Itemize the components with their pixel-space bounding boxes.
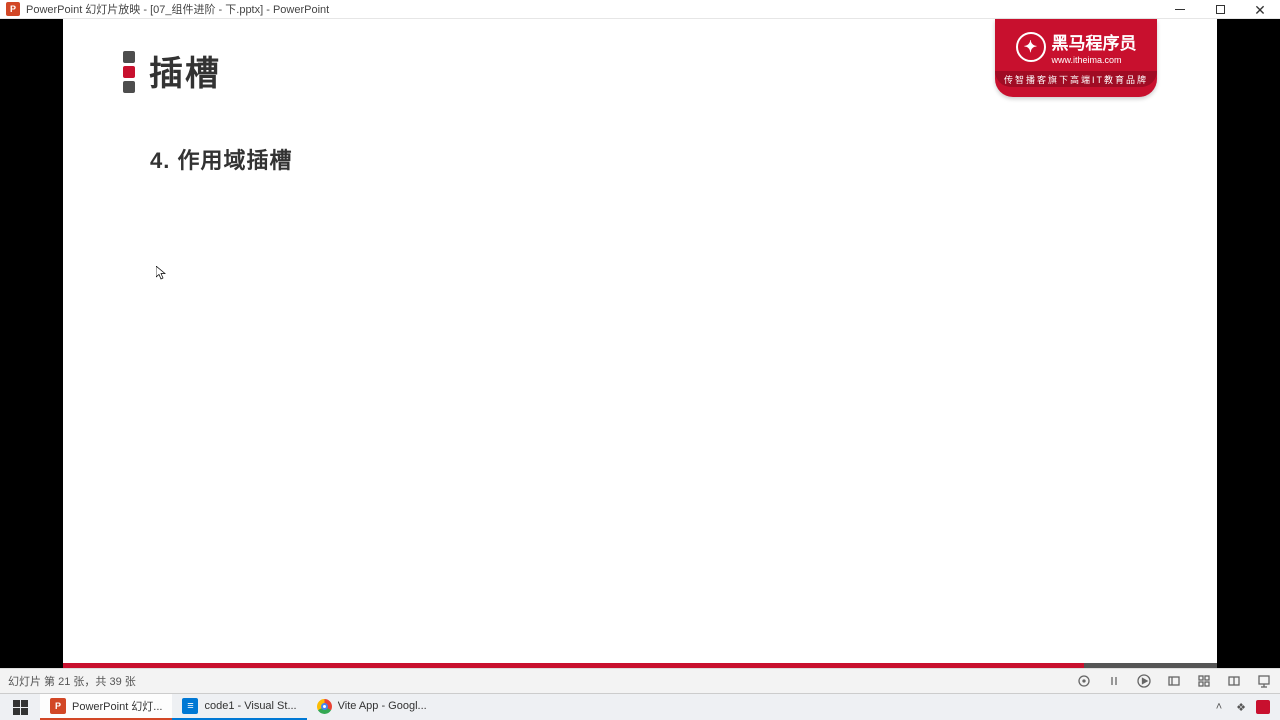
taskbar-item-chrome[interactable]: Vite App - Googl... (307, 694, 437, 720)
close-button[interactable]: ✕ (1240, 0, 1280, 19)
minimize-button[interactable] (1160, 0, 1200, 19)
reading-view-icon[interactable] (1226, 673, 1242, 689)
slide-bullet-icon (123, 51, 136, 93)
windows-taskbar: P PowerPoint 幻灯... ≡ code1 - Visual St..… (0, 693, 1280, 720)
powerpoint-app-icon: P (6, 2, 20, 16)
chrome-icon (317, 699, 332, 714)
start-button[interactable] (0, 694, 40, 720)
vscode-icon: ≡ (182, 698, 198, 714)
brand-logo-icon: ✦ (1016, 32, 1046, 62)
taskbar-item-powerpoint[interactable]: P PowerPoint 幻灯... (40, 694, 172, 720)
brand-name: 黑马程序员 (1052, 29, 1137, 54)
system-tray: ˄ ❖ (1202, 694, 1280, 720)
normal-view-icon[interactable] (1166, 673, 1182, 689)
slide-title: 插槽 (149, 46, 221, 95)
taskbar-label: Vite App - Googl... (338, 700, 427, 712)
slideshow-view-icon[interactable] (1256, 673, 1272, 689)
play-icon[interactable] (1136, 673, 1152, 689)
slide-counter: 幻灯片 第 21 张，共 39 张 (8, 673, 1076, 689)
brand-logo-banner: ✦ 黑马程序员 www.itheima.com 传智播客旗下高端IT教育品牌 (995, 19, 1157, 97)
taskbar-item-vscode[interactable]: ≡ code1 - Visual St... (172, 694, 306, 720)
powerpoint-icon: P (50, 698, 66, 714)
windows-logo-icon (13, 700, 28, 715)
brand-tagline: 传智播客旗下高端IT教育品牌 (995, 71, 1157, 87)
brand-url: www.itheima.com (1052, 55, 1137, 65)
slide: 插槽 4. 作用域插槽 ✦ 黑马程序员 www.itheima.com 传智播客… (63, 19, 1217, 668)
taskbar-label: code1 - Visual St... (204, 700, 296, 712)
tray-sogou-icon[interactable] (1256, 700, 1270, 714)
window-titlebar: P PowerPoint 幻灯片放映 - [07_组件进阶 - 下.pptx] … (0, 0, 1280, 19)
slide-subtitle: 4. 作用域插槽 (150, 143, 292, 175)
taskbar-label: PowerPoint 幻灯... (72, 698, 162, 714)
tray-app-icon[interactable]: ❖ (1234, 700, 1248, 714)
tray-chevron-up-icon[interactable]: ˄ (1212, 700, 1226, 714)
slideshow-stage[interactable]: 插槽 4. 作用域插槽 ✦ 黑马程序员 www.itheima.com 传智播客… (0, 19, 1280, 668)
maximize-button[interactable] (1200, 0, 1240, 19)
sorter-view-icon[interactable] (1196, 673, 1212, 689)
status-bar: 幻灯片 第 21 张，共 39 张 (0, 668, 1280, 693)
window-title: PowerPoint 幻灯片放映 - [07_组件进阶 - 下.pptx] - … (26, 1, 329, 17)
mouse-cursor (156, 266, 166, 280)
pause-icon[interactable] (1106, 673, 1122, 689)
pen-tool-icon[interactable] (1076, 673, 1092, 689)
